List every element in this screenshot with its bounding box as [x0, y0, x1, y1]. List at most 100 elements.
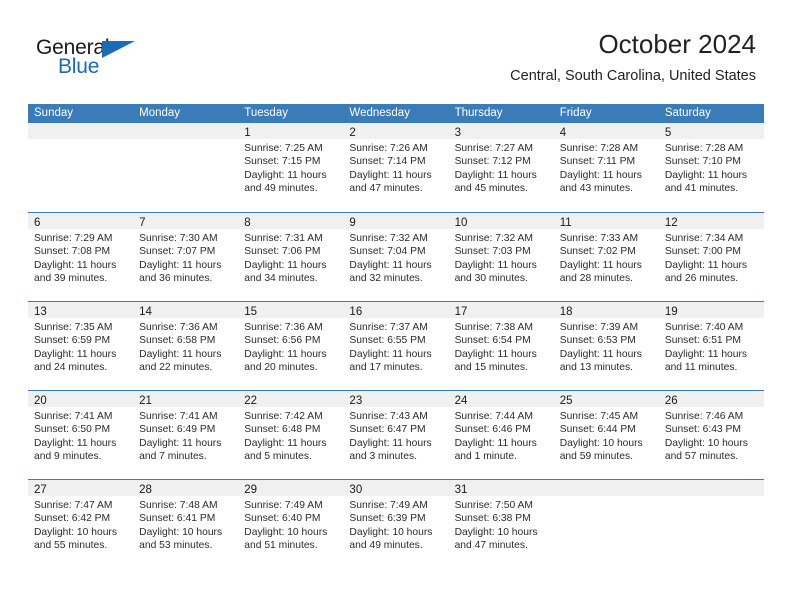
calendar-day-14[interactable]: 14 Sunrise: 7:36 AM Sunset: 6:58 PM Dayligh…	[133, 302, 239, 390]
day-number-band: 15	[238, 302, 344, 318]
daylight-text-line2: and 53 minutes.	[139, 539, 213, 551]
sunrise-text: Sunrise: 7:30 AM	[139, 233, 218, 244]
calendar-weeks: 1 Sunrise: 7:25 AM Sunset: 7:15 PM Daylight…	[28, 123, 764, 568]
sunrise-text: Sunrise: 7:32 AM	[349, 233, 428, 244]
day-number-band: 23	[343, 391, 449, 407]
sunrise-text: Sunrise: 7:28 AM	[664, 143, 744, 154]
day-info: Sunrise: 7:36 AM Sunset: 6:58 PM Daylight:…	[133, 318, 238, 374]
day-number: 16	[349, 306, 363, 318]
sunrise-text: Sunrise: 7:39 AM	[559, 322, 639, 333]
day-number: 24	[454, 395, 468, 407]
title-block: October 2024 Central, South Carolina, Un…	[510, 28, 756, 86]
calendar-day-15[interactable]: 15 Sunrise: 7:36 AM Sunset: 6:56 PM Dayligh…	[238, 302, 344, 390]
daylight-text-line2: and 9 minutes.	[34, 450, 102, 462]
day-info: Sunrise: 7:25 AM Sunset: 7:15 PM Daylight:…	[238, 139, 343, 195]
daylight-text-line1: Daylight: 11 hours	[454, 437, 537, 449]
calendar-day-13[interactable]: 13 Sunrise: 7:35 AM Sunset: 6:59 PM Dayligh…	[28, 302, 134, 390]
day-number: 25	[559, 395, 573, 407]
sunset-text: Sunset: 6:41 PM	[139, 513, 216, 525]
calendar-day-20[interactable]: 20 Sunrise: 7:41 AM Sunset: 6:50 PM Dayligh…	[28, 391, 134, 479]
day-info: Sunrise: 7:49 AM Sunset: 6:40 PM Daylight:…	[238, 496, 343, 552]
calendar-day-4[interactable]: 4 Sunrise: 7:28 AM Sunset: 7:11 PM Daylight…	[553, 123, 659, 212]
calendar-day-10[interactable]: 10 Sunrise: 7:32 AM Sunset: 7:03 PM Dayligh…	[448, 213, 554, 301]
calendar-day-21[interactable]: 21 Sunrise: 7:41 AM Sunset: 6:49 PM Dayligh…	[133, 391, 239, 479]
daylight-text-line1: Daylight: 11 hours	[244, 169, 327, 181]
daylight-text-line2: and 39 minutes.	[34, 272, 108, 284]
calendar-day-11[interactable]: 11 Sunrise: 7:33 AM Sunset: 7:02 PM Dayligh…	[553, 213, 659, 301]
day-number: 2	[349, 127, 356, 139]
day-number: 8	[244, 217, 251, 229]
day-number: 19	[664, 306, 678, 318]
calendar-grid: Sunday Monday Tuesday Wednesday Thursday Frid…	[28, 104, 764, 568]
daylight-text-line2: and 34 minutes.	[244, 272, 318, 284]
day-number: 17	[454, 306, 468, 318]
sunset-text: Sunset: 6:38 PM	[454, 513, 531, 525]
calendar-day-2[interactable]: 2 Sunrise: 7:26 AM Sunset: 7:14 PM Daylight…	[343, 123, 449, 212]
calendar-day-23[interactable]: 23 Sunrise: 7:43 AM Sunset: 6:47 PM Dayligh…	[343, 391, 449, 479]
daylight-text-line2: and 13 minutes.	[559, 361, 633, 373]
day-info: Sunrise: 7:49 AM Sunset: 6:39 PM Daylight:…	[343, 496, 448, 552]
general-blue-logo[interactable]: General Blue	[36, 36, 156, 82]
calendar-day-17[interactable]: 17 Sunrise: 7:38 AM Sunset: 6:54 PM Dayligh…	[448, 302, 554, 390]
day-number: 26	[664, 395, 678, 407]
weekday-header-tuesday: Tuesday	[244, 107, 288, 119]
calendar-day-3[interactable]: 3 Sunrise: 7:27 AM Sunset: 7:12 PM Daylight…	[448, 123, 554, 212]
sunset-text: Sunset: 6:54 PM	[454, 335, 531, 347]
daylight-text-line2: and 1 minute.	[454, 450, 517, 462]
calendar-day-12[interactable]: 12 Sunrise: 7:34 AM Sunset: 7:00 PM Dayligh…	[658, 213, 764, 301]
calendar-day-29[interactable]: 29 Sunrise: 7:49 AM Sunset: 6:40 PM Dayligh…	[238, 480, 344, 568]
calendar-day-30[interactable]: 30 Sunrise: 7:49 AM Sunset: 6:39 PM Dayligh…	[343, 480, 449, 568]
day-number: 14	[139, 306, 152, 318]
sunrise-text: Sunrise: 7:49 AM	[349, 500, 428, 511]
calendar-day-18[interactable]: 18 Sunrise: 7:39 AM Sunset: 6:53 PM Dayligh…	[553, 302, 659, 390]
sunrise-text: Sunrise: 7:37 AM	[349, 322, 428, 333]
daylight-text-line2: and 59 minutes.	[559, 450, 633, 462]
day-number-band: 26	[658, 391, 764, 407]
sunset-text: Sunset: 6:53 PM	[559, 335, 636, 347]
sunset-text: Sunset: 7:14 PM	[349, 156, 426, 168]
daylight-text-line1: Daylight: 10 hours	[34, 526, 117, 538]
sunset-text: Sunset: 6:55 PM	[349, 335, 426, 347]
calendar-day-empty	[28, 123, 134, 212]
calendar-day-8[interactable]: 8 Sunrise: 7:31 AM Sunset: 7:06 PM Daylight…	[238, 213, 344, 301]
calendar-day-9[interactable]: 9 Sunrise: 7:32 AM Sunset: 7:04 PM Daylight…	[343, 213, 449, 301]
daylight-text-line1: Daylight: 11 hours	[454, 259, 537, 271]
calendar-day-16[interactable]: 16 Sunrise: 7:37 AM Sunset: 6:55 PM Dayligh…	[343, 302, 449, 390]
day-info: Sunrise: 7:32 AM Sunset: 7:04 PM Daylight:…	[343, 229, 448, 285]
calendar-day-26[interactable]: 26 Sunrise: 7:46 AM Sunset: 6:43 PM Dayligh…	[658, 391, 764, 479]
sunset-text: Sunset: 7:04 PM	[349, 246, 426, 258]
daylight-text-line2: and 45 minutes.	[454, 182, 528, 194]
calendar-day-7[interactable]: 7 Sunrise: 7:30 AM Sunset: 7:07 PM Daylight…	[133, 213, 239, 301]
daylight-text-line1: Daylight: 11 hours	[349, 437, 432, 449]
calendar-day-24[interactable]: 24 Sunrise: 7:44 AM Sunset: 6:46 PM Dayligh…	[448, 391, 554, 479]
sunset-text: Sunset: 7:10 PM	[664, 156, 741, 168]
calendar-day-31[interactable]: 31 Sunrise: 7:50 AM Sunset: 6:38 PM Dayligh…	[448, 480, 554, 568]
calendar-day-28[interactable]: 28 Sunrise: 7:48 AM Sunset: 6:41 PM Dayligh…	[133, 480, 239, 568]
day-info: Sunrise: 7:31 AM Sunset: 7:06 PM Daylight:…	[238, 229, 343, 285]
daylight-text-line1: Daylight: 11 hours	[34, 348, 117, 360]
calendar-day-27[interactable]: 27 Sunrise: 7:47 AM Sunset: 6:42 PM Dayligh…	[28, 480, 134, 568]
calendar-day-25[interactable]: 25 Sunrise: 7:45 AM Sunset: 6:44 PM Dayligh…	[553, 391, 659, 479]
day-info: Sunrise: 7:43 AM Sunset: 6:47 PM Daylight:…	[343, 407, 448, 463]
daylight-text-line2: and 43 minutes.	[559, 182, 633, 194]
day-info: Sunrise: 7:45 AM Sunset: 6:44 PM Daylight:…	[554, 407, 659, 463]
weekday-header-sunday: Sunday	[34, 107, 74, 119]
daylight-text-line1: Daylight: 10 hours	[349, 526, 433, 538]
day-number: 21	[139, 395, 152, 407]
calendar-week-row: 20 Sunrise: 7:41 AM Sunset: 6:50 PM Dayligh…	[28, 390, 764, 479]
daylight-text-line1: Daylight: 10 hours	[139, 526, 223, 538]
day-number-band: 13	[28, 302, 134, 318]
sunrise-text: Sunrise: 7:36 AM	[139, 322, 218, 333]
calendar-day-19[interactable]: 19 Sunrise: 7:40 AM Sunset: 6:51 PM Dayligh…	[658, 302, 764, 390]
calendar-day-22[interactable]: 22 Sunrise: 7:42 AM Sunset: 6:48 PM Dayligh…	[238, 391, 344, 479]
calendar-day-5[interactable]: 5 Sunrise: 7:28 AM Sunset: 7:10 PM Daylight…	[658, 123, 764, 212]
calendar-week-row: 27 Sunrise: 7:47 AM Sunset: 6:42 PM Dayligh…	[28, 479, 764, 568]
sunset-text: Sunset: 6:40 PM	[244, 513, 321, 525]
sunset-text: Sunset: 7:11 PM	[559, 156, 636, 168]
daylight-text-line1: Daylight: 11 hours	[34, 437, 117, 449]
sunset-text: Sunset: 7:07 PM	[139, 246, 216, 258]
day-number-band: 19	[658, 302, 764, 318]
calendar-day-1[interactable]: 1 Sunrise: 7:25 AM Sunset: 7:15 PM Daylight…	[238, 123, 344, 212]
day-info: Sunrise: 7:32 AM Sunset: 7:03 PM Daylight:…	[449, 229, 554, 285]
calendar-day-6[interactable]: 6 Sunrise: 7:29 AM Sunset: 7:08 PM Daylight…	[28, 213, 134, 301]
